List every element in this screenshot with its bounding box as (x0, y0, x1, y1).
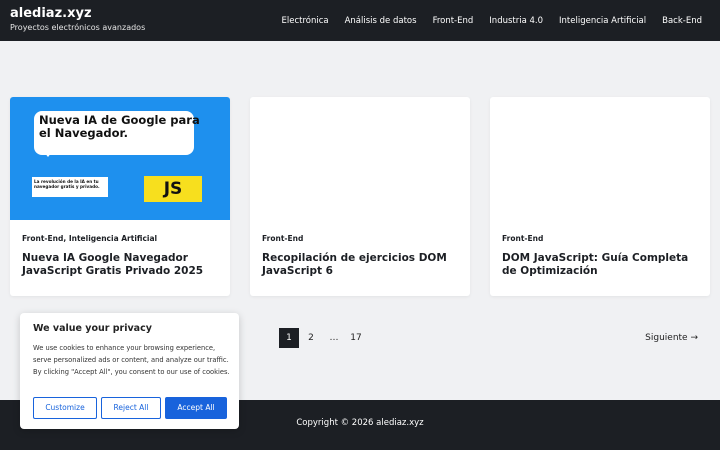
js-logo: JS (144, 176, 202, 202)
nav-item-analisis-de-datos[interactable]: Análisis de datos (337, 16, 425, 26)
speech-bubble-tail (40, 147, 56, 157)
nav-item-inteligencia-artificial[interactable]: Inteligencia Artificial (551, 16, 654, 26)
next-page-link[interactable]: Siguiente → (645, 328, 698, 348)
nav-item-electronica[interactable]: Electrónica (274, 16, 337, 26)
page-number[interactable]: 2 (301, 328, 321, 348)
post-title[interactable]: Nueva IA Google Navegador JavaScript Gra… (22, 252, 218, 278)
post-title[interactable]: Recopilación de ejercicios DOM JavaScrip… (262, 252, 458, 278)
thumbnail-graphic: Nueva IA de Google para el Navegador. La… (10, 97, 230, 220)
nav-item-industria-4[interactable]: Industria 4.0 (481, 16, 551, 26)
page-number-current: 1 (279, 328, 299, 348)
reject-all-button[interactable]: Reject All (101, 397, 161, 419)
accept-all-button[interactable]: Accept All (165, 397, 227, 419)
page-number-last[interactable]: 17 (345, 328, 367, 348)
cookie-consent-banner: We value your privacy We use cookies to … (20, 313, 239, 429)
site-header: alediaz.xyz Proyectos electrónicos avanz… (0, 0, 720, 41)
cookie-title: We value your privacy (33, 323, 152, 334)
nav-item-front-end[interactable]: Front-End (425, 16, 482, 26)
site-title-link[interactable]: alediaz.xyz (10, 7, 145, 21)
cookie-text: We use cookies to enhance your browsing … (33, 344, 230, 376)
post-categories[interactable]: Front-End (502, 233, 698, 244)
post-categories[interactable]: Front-End, Inteligencia Artificial (22, 233, 218, 244)
post-categories[interactable]: Front-End (262, 233, 458, 244)
post-thumbnail[interactable] (490, 97, 710, 220)
post-thumbnail[interactable] (250, 97, 470, 220)
site-description: Proyectos electrónicos avanzados (10, 23, 146, 32)
thumbnail-subtext: La revolución de la IA en tu navegador g… (34, 179, 100, 189)
nav-item-back-end[interactable]: Back-End (654, 16, 720, 26)
pagination-ellipsis: … (329, 333, 339, 343)
customize-button[interactable]: Customize (33, 397, 97, 419)
main-navigation: Electrónica Análisis de datos Front-End … (274, 0, 720, 41)
thumbnail-headline: Nueva IA de Google para el Navegador. (39, 113, 200, 140)
post-title[interactable]: DOM JavaScript: Guía Completa de Optimiz… (502, 252, 698, 278)
post-card: Nueva IA de Google para el Navegador. La… (10, 97, 230, 296)
post-card: Front-End DOM JavaScript: Guía Completa … (490, 97, 710, 296)
post-card: Front-End Recopilación de ejercicios DOM… (250, 97, 470, 296)
site-branding: alediaz.xyz Proyectos electrónicos avanz… (10, 7, 145, 33)
post-thumbnail[interactable]: Nueva IA de Google para el Navegador. La… (10, 97, 230, 220)
